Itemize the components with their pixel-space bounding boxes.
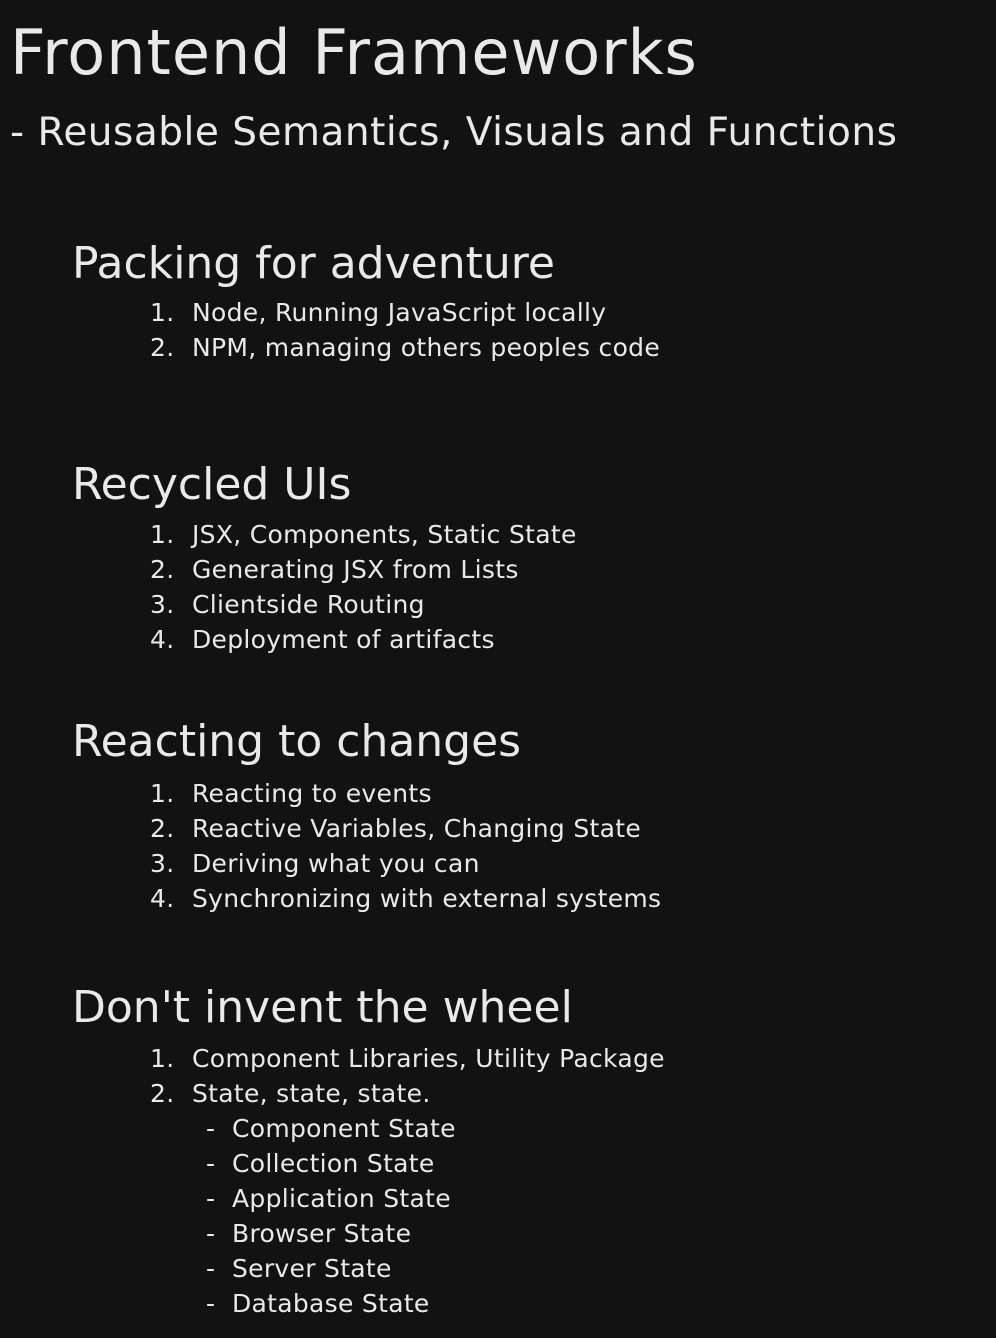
list-item: 1. JSX, Components, Static State — [150, 517, 577, 552]
section-title: Recycled UIs — [72, 459, 352, 510]
list-item: 4. Synchronizing with external systems — [150, 881, 661, 916]
item-number: 3. — [150, 849, 175, 878]
item-text: Synchronizing with external systems — [192, 884, 662, 913]
section-reacting-to-changes: Reacting to changes 1. Reacting to events… — [72, 714, 661, 916]
section-dont-invent-the-wheel: Don't invent the wheel 1. Component Libra… — [72, 980, 665, 1321]
list-item: 2. Generating JSX from Lists — [150, 552, 577, 587]
item-number: 3. — [150, 590, 175, 619]
item-number: 1. — [150, 298, 175, 327]
sublist-item: - Collection State — [206, 1146, 665, 1181]
subitem-text: Browser State — [232, 1219, 412, 1248]
list-item: 3. Deriving what you can — [150, 846, 661, 881]
section-title: Reacting to changes — [72, 716, 522, 767]
item-text: Reactive Variables, Changing State — [192, 814, 642, 843]
item-text: Deployment of artifacts — [192, 625, 495, 654]
item-number: 2. — [150, 333, 175, 362]
page-title: Frontend Frameworks — [10, 16, 698, 89]
dash-bullet: - — [206, 1114, 216, 1143]
list-item: 1. Component Libraries, Utility Package — [150, 1041, 665, 1076]
item-number: 1. — [150, 520, 175, 549]
dash-bullet: - — [206, 1219, 216, 1248]
subitem-text: Component State — [232, 1114, 456, 1143]
sublist-item: - Database State — [206, 1286, 665, 1321]
section-recycled-uis: Recycled UIs 1. JSX, Components, Static S… — [72, 457, 577, 657]
item-number: 1. — [150, 1044, 175, 1073]
item-text: NPM, managing others peoples code — [192, 333, 661, 362]
page-subtitle: - Reusable Semantics, Visuals and Functi… — [10, 110, 898, 155]
item-text: Clientside Routing — [192, 590, 425, 619]
item-text: Generating JSX from Lists — [192, 555, 519, 584]
subitem-text: Collection State — [232, 1149, 435, 1178]
item-text: State, state, state. — [192, 1079, 431, 1108]
item-number: 4. — [150, 625, 175, 654]
item-text: JSX, Components, Static State — [192, 520, 577, 549]
item-number: 2. — [150, 1079, 175, 1108]
state-sublist: - Component State - Collection State - Appl… — [150, 1111, 665, 1321]
section-list: 1. Reacting to events 2. Reactive Variable… — [72, 776, 661, 916]
item-number: 2. — [150, 814, 175, 843]
sublist-item: - Application State — [206, 1181, 665, 1216]
item-text: Deriving what you can — [192, 849, 480, 878]
sublist-item: - Browser State — [206, 1216, 665, 1251]
list-item: 2. NPM, managing others peoples code — [150, 330, 660, 365]
list-item: 3. Clientside Routing — [150, 587, 577, 622]
section-packing-for-adventure: Packing for adventure 1. Node, Running Ja… — [72, 236, 660, 365]
dash-bullet: - — [206, 1289, 216, 1318]
list-item: 2. Reactive Variables, Changing State — [150, 811, 661, 846]
list-item: 2. State, state, state. - Component State … — [150, 1076, 665, 1321]
subitem-text: Application State — [232, 1184, 451, 1213]
section-title: Packing for adventure — [72, 238, 555, 289]
section-title: Don't invent the wheel — [72, 982, 573, 1033]
section-list: 1. Node, Running JavaScript locally 2. NPM… — [72, 295, 660, 365]
list-item: 1. Reacting to events — [150, 776, 661, 811]
item-number: 2. — [150, 555, 175, 584]
subitem-text: Server State — [232, 1254, 392, 1283]
sublist-item: - Server State — [206, 1251, 665, 1286]
item-text: Node, Running JavaScript locally — [192, 298, 607, 327]
item-number: 1. — [150, 779, 175, 808]
item-text: Reacting to events — [192, 779, 432, 808]
sublist-item: - Component State — [206, 1111, 665, 1146]
section-list: 1. Component Libraries, Utility Package 2… — [72, 1041, 665, 1321]
list-item: 1. Node, Running JavaScript locally — [150, 295, 660, 330]
section-list: 1. JSX, Components, Static State 2. Genera… — [72, 517, 577, 657]
dash-bullet: - — [206, 1254, 216, 1283]
dash-bullet: - — [206, 1184, 216, 1213]
subitem-text: Database State — [232, 1289, 430, 1318]
dash-bullet: - — [206, 1149, 216, 1178]
item-number: 4. — [150, 884, 175, 913]
list-item: 4. Deployment of artifacts — [150, 622, 577, 657]
item-text: Component Libraries, Utility Package — [192, 1044, 665, 1073]
